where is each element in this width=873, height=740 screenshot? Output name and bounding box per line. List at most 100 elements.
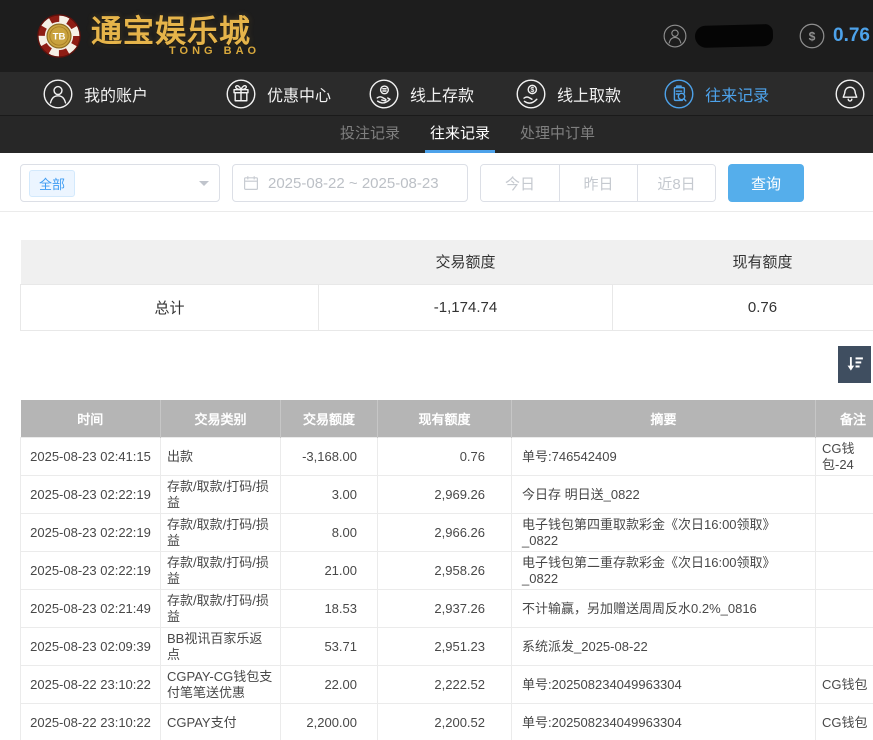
cell-balance: 2,951.23 [378, 628, 512, 666]
site-subtitle: TONG BAO [169, 45, 260, 57]
summary-total-row: 总计 -1,174.74 0.76 [21, 284, 873, 330]
cell-amount: 8.00 [281, 514, 378, 552]
top-header: TB 通宝娱乐城 TONG BAO $ 0.76 R [0, 0, 873, 72]
nav-label: 线上取款 [557, 82, 621, 106]
svg-text:$: $ [809, 29, 816, 43]
summary-header-transaction: 交易额度 [319, 240, 613, 284]
nav-item-announcements[interactable]: 信息公告 [835, 79, 873, 109]
chip-label: TB [53, 32, 66, 43]
col-header-summary: 摘要 [512, 400, 816, 438]
cell-summary: 今日存 明日送_0822 [512, 476, 816, 514]
table-row: 2025-08-23 02:22:19 存款/取款/打码/损益 21.00 2,… [21, 552, 873, 590]
table-row: 2025-08-23 02:41:15 出款 -3,168.00 0.76 单号… [21, 438, 873, 476]
date-range-input[interactable]: 2025-08-22 ~ 2025-08-23 [232, 164, 468, 202]
nav-item-transaction-records[interactable]: 往来记录 [664, 79, 769, 109]
cell-type: 存款/取款/打码/损益 [161, 552, 281, 590]
chevron-down-icon [199, 181, 209, 191]
user-icon [663, 24, 687, 48]
cell-summary: 单号:746542409 [512, 438, 816, 476]
cell-remark [816, 476, 873, 514]
cell-remark: CG钱包 [816, 666, 873, 704]
summary-total-label: 总计 [21, 284, 319, 330]
summary-header-balance: 现有额度 [613, 240, 873, 284]
col-header-time: 时间 [21, 400, 161, 438]
cell-time: 2025-08-23 02:22:19 [21, 514, 161, 552]
bell-icon [835, 79, 865, 109]
records-table: 时间 交易类别 交易额度 现有额度 摘要 备注 2025-08-23 02:41… [20, 400, 873, 740]
tab-processing-orders[interactable]: 处理中订单 [520, 116, 595, 153]
cell-type: 出款 [161, 438, 281, 476]
tab-label: 往来记录 [430, 125, 490, 142]
gift-circle-icon [226, 79, 256, 109]
col-header-type: 交易类别 [161, 400, 281, 438]
casino-chip-icon: TB [36, 13, 82, 59]
selected-type-tag: 全部 [29, 170, 75, 197]
date-range-value: 2025-08-22 ~ 2025-08-23 [268, 175, 439, 192]
cell-type: 存款/取款/打码/损益 [161, 476, 281, 514]
sort-row [0, 346, 873, 383]
today-button[interactable]: 今日 [481, 165, 559, 201]
table-row: 2025-08-23 02:21:49 存款/取款/打码/损益 18.53 2,… [21, 590, 873, 628]
nav-item-my-account[interactable]: 我的账户 [43, 79, 148, 109]
nav-label: 线上存款 [410, 82, 474, 106]
quick-range-group: 今日 昨日 近8日 [480, 164, 716, 202]
tab-betting-records[interactable]: 投注记录 [340, 116, 400, 153]
nav-item-online-deposit[interactable]: 线上存款 [369, 79, 474, 109]
cell-remark: CG钱包 [816, 704, 873, 740]
cell-summary: 不计输赢，另加赠送周周反水0.2%_0816 [512, 590, 816, 628]
table-row: 2025-08-23 02:09:39 BB视讯百家乐返点 53.71 2,95… [21, 628, 873, 666]
cell-amount: 3.00 [281, 476, 378, 514]
nav-item-online-withdrawal[interactable]: $ 线上取款 [516, 79, 621, 109]
cell-remark [816, 552, 873, 590]
nav-label: 我的账户 [84, 82, 148, 106]
balance-dollar-icon: $ [799, 23, 825, 49]
calendar-icon [243, 175, 259, 191]
logo-text: 通宝娱乐城 TONG BAO [91, 15, 260, 57]
balance-amount: 0.76 [833, 25, 870, 47]
filter-bar: 全部 2025-08-22 ~ 2025-08-23 今日 昨日 近8日 查询 [0, 153, 873, 212]
table-row: 2025-08-23 02:22:19 存款/取款/打码/损益 3.00 2,9… [21, 476, 873, 514]
table-row: 2025-08-23 02:22:19 存款/取款/打码/损益 8.00 2,9… [21, 514, 873, 552]
sort-descending-icon [844, 353, 866, 375]
table-row: 2025-08-22 23:10:22 CGPAY-CG钱包支付笔笔送优惠 22… [21, 666, 873, 704]
cell-amount: 18.53 [281, 590, 378, 628]
query-button[interactable]: 查询 [728, 164, 804, 202]
sort-button[interactable] [838, 346, 871, 383]
cell-type: 存款/取款/打码/损益 [161, 514, 281, 552]
cell-time: 2025-08-23 02:41:15 [21, 438, 161, 476]
type-filter-select[interactable]: 全部 [20, 164, 220, 202]
header-account-area: $ 0.76 R [663, 0, 873, 72]
cell-amount: 21.00 [281, 552, 378, 590]
cell-summary: 系统派发_2025-08-22 [512, 628, 816, 666]
deposit-hand-coin-icon [369, 79, 399, 109]
cell-remark [816, 514, 873, 552]
cell-time: 2025-08-22 23:10:22 [21, 704, 161, 740]
nav-label: 优惠中心 [267, 82, 331, 106]
col-header-remark: 备注 [816, 400, 873, 438]
cell-balance: 2,969.26 [378, 476, 512, 514]
records-header-row: 时间 交易类别 交易额度 现有额度 摘要 备注 [21, 400, 873, 438]
summary-total-transaction: -1,174.74 [319, 284, 613, 330]
cell-balance: 0.76 [378, 438, 512, 476]
logo[interactable]: TB 通宝娱乐城 TONG BAO [36, 13, 260, 59]
cell-remark: CG钱包-24 [816, 438, 873, 476]
main-nav: 我的账户 优惠中心 线上存款 [0, 72, 873, 115]
cell-balance: 2,937.26 [378, 590, 512, 628]
cell-summary: 单号:202508234049963304 [512, 666, 816, 704]
site-title: 通宝娱乐城 [91, 15, 260, 49]
cell-remark [816, 628, 873, 666]
nav-item-promotions[interactable]: 优惠中心 [226, 79, 331, 109]
cell-time: 2025-08-23 02:21:49 [21, 590, 161, 628]
col-header-balance: 现有额度 [378, 400, 512, 438]
tab-transaction-records[interactable]: 往来记录 [430, 116, 490, 153]
table-row: 2025-08-22 23:10:22 CGPAY支付 2,200.00 2,2… [21, 704, 873, 740]
last-8-days-button[interactable]: 近8日 [637, 165, 715, 201]
redacted-username [695, 24, 774, 48]
cell-balance: 2,958.26 [378, 552, 512, 590]
cell-amount: 2,200.00 [281, 704, 378, 740]
cell-time: 2025-08-23 02:22:19 [21, 476, 161, 514]
yesterday-button[interactable]: 昨日 [559, 165, 637, 201]
records-clipboard-search-icon [664, 79, 694, 109]
cell-summary: 单号:202508234049963304 [512, 704, 816, 740]
cell-remark [816, 590, 873, 628]
